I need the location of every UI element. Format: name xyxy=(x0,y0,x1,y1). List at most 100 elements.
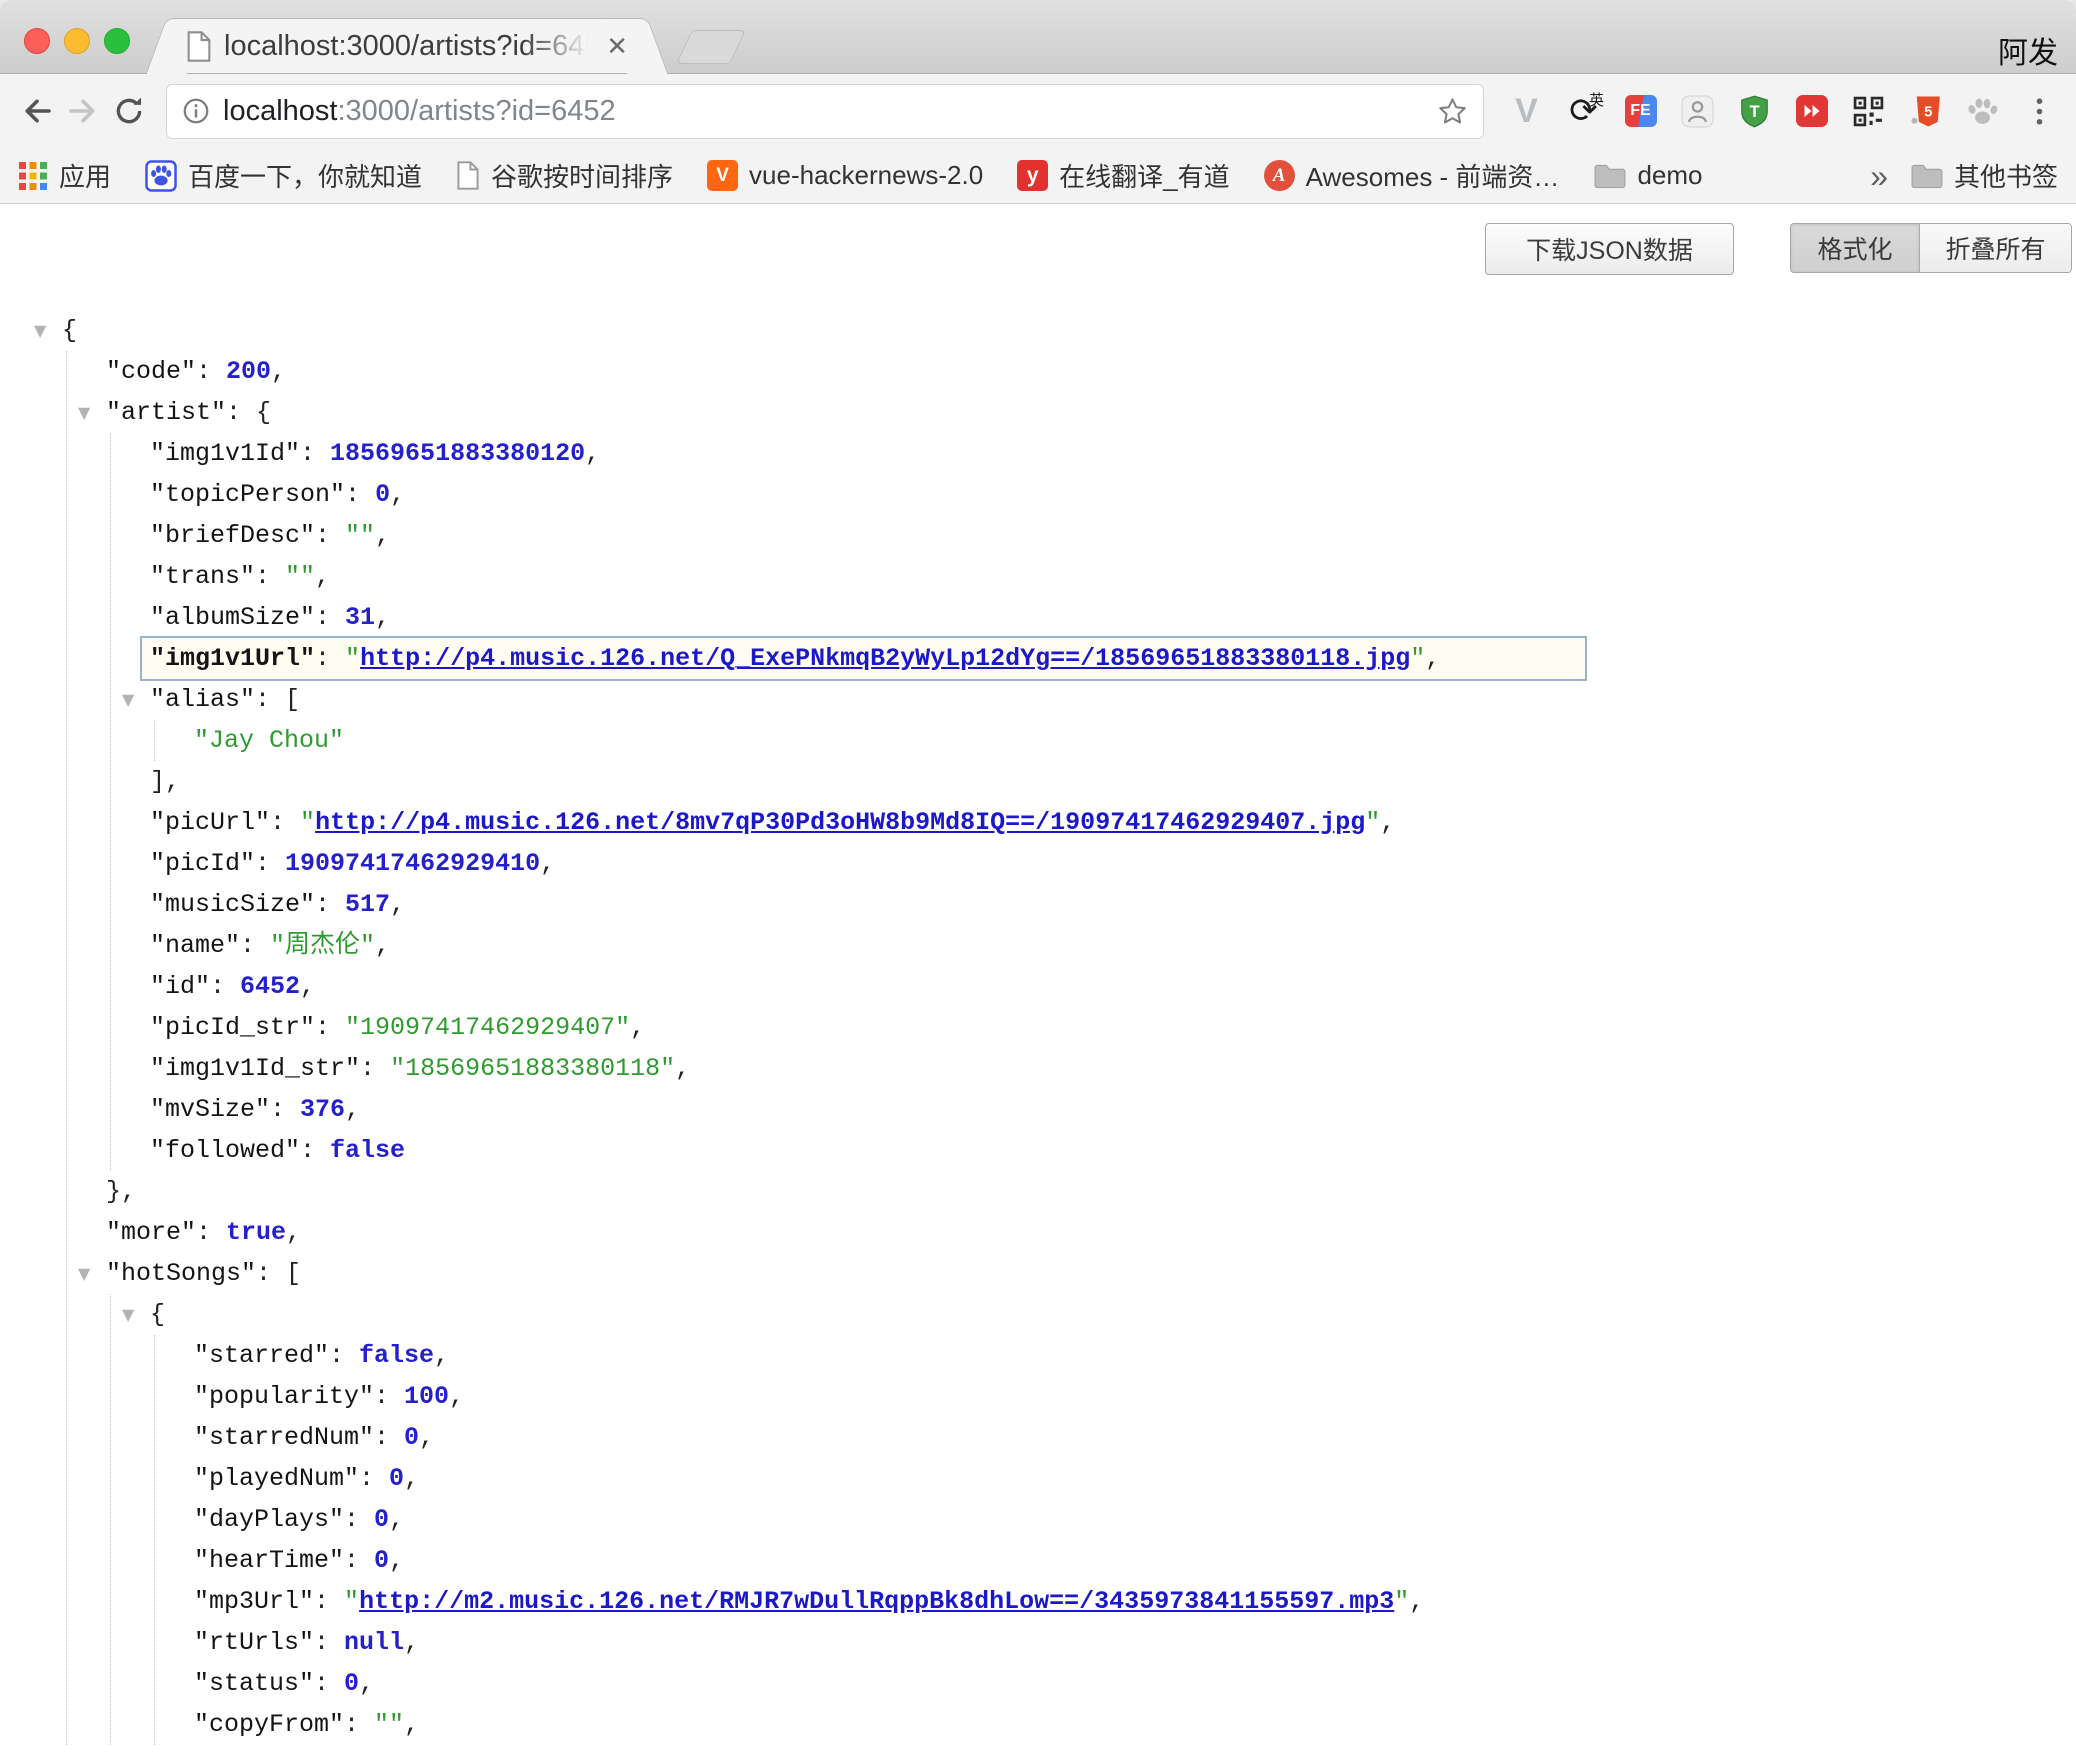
json-key: "musicSize" xyxy=(150,890,315,919)
url-text[interactable]: localhost:3000/artists?id=6452 xyxy=(223,95,1436,128)
tree-guide-line xyxy=(110,1294,111,1745)
page-info-icon[interactable] xyxy=(181,96,211,126)
menu-icon[interactable] xyxy=(2023,95,2056,128)
bookmarks-bar: 应用 百度一下，你就知道 谷歌按时间排序 V vue-hackernews-2.… xyxy=(0,148,2076,204)
json-key: "img1v1Id" xyxy=(150,439,300,468)
json-number-value: 19097417462929410 xyxy=(285,849,540,878)
json-line: "popularity": 100, xyxy=(0,1376,2076,1417)
json-line: "rtUrls": null, xyxy=(0,1622,2076,1663)
bookmark-apps[interactable]: 应用 xyxy=(18,157,111,194)
reload-button[interactable] xyxy=(106,88,152,134)
close-window-button[interactable] xyxy=(24,28,50,54)
format-button[interactable]: 格式化 xyxy=(1791,224,1920,272)
bookmark-google-sort[interactable]: 谷歌按时间排序 xyxy=(456,157,673,194)
json-line: "hearTime": 0, xyxy=(0,1540,2076,1581)
bookmark-awesomes[interactable]: A Awesomes - 前端资… xyxy=(1264,157,1560,194)
json-number-value: 31 xyxy=(345,603,375,632)
json-key: "code" xyxy=(106,357,196,386)
json-number-value: 0 xyxy=(389,1464,404,1493)
json-line: ▼"artist": { xyxy=(0,392,2076,433)
json-key: "mp3Url" xyxy=(194,1587,314,1616)
translate-icon[interactable]: ⟳英 xyxy=(1567,95,1600,128)
json-url-link[interactable]: http://m2.music.126.net/RMJR7wDullRqppBk… xyxy=(359,1587,1394,1616)
json-key: "name" xyxy=(150,931,240,960)
json-line: "picId": 19097417462929410, xyxy=(0,843,2076,884)
bookmark-demo-folder[interactable]: demo xyxy=(1593,160,1702,191)
json-key: "mvSize" xyxy=(150,1095,270,1124)
bookmarks-overflow-chevron[interactable]: » xyxy=(1870,161,1888,191)
paw-icon[interactable] xyxy=(1966,95,1999,128)
json-line: "musicSize": 517, xyxy=(0,884,2076,925)
json-url-link[interactable]: http://p4.music.126.net/Q_ExePNkmqB2yWyL… xyxy=(360,644,1410,673)
collapse-all-button[interactable]: 折叠所有 xyxy=(1920,224,2071,272)
json-line: "trans": "", xyxy=(0,556,2076,597)
json-open-bracket: [ xyxy=(285,685,300,714)
toolbar: localhost:3000/artists?id=6452 V ⟳英 FE T… xyxy=(0,74,2076,148)
collapse-arrow-icon[interactable]: ▼ xyxy=(34,310,46,351)
extensions-row: V ⟳英 FE T 5 xyxy=(1510,95,2056,128)
json-line: "copyFrom": "", xyxy=(0,1704,2076,1745)
json-key: "hotSongs" xyxy=(106,1259,256,1288)
collapse-arrow-icon[interactable]: ▼ xyxy=(78,1253,90,1294)
bookmark-vue-hackernews[interactable]: V vue-hackernews-2.0 xyxy=(707,160,983,191)
json-string-value: "" xyxy=(345,521,375,550)
bookmark-label: 谷歌按时间排序 xyxy=(491,157,673,194)
json-line: "code": 200, xyxy=(0,351,2076,392)
profile-name[interactable]: 阿发 xyxy=(1998,28,2058,72)
json-open-bracket: [ xyxy=(286,1259,301,1288)
json-string-value: "" xyxy=(285,562,315,591)
json-line: "img1v1Url": "http://p4.music.126.net/Q_… xyxy=(0,638,2076,679)
shield-icon[interactable]: T xyxy=(1738,95,1771,128)
json-key: "starredNum" xyxy=(194,1423,374,1452)
download-json-button[interactable]: 下载JSON数据 xyxy=(1485,223,1734,275)
address-bar[interactable]: localhost:3000/artists?id=6452 xyxy=(166,84,1484,139)
collapse-arrow-icon[interactable]: ▼ xyxy=(122,1294,134,1335)
json-line: "albumSize": 31, xyxy=(0,597,2076,638)
json-line: "img1v1Id_str": "18569651883380118", xyxy=(0,1048,2076,1089)
forward-button[interactable] xyxy=(60,88,106,134)
bookmark-baidu[interactable]: 百度一下，你就知道 xyxy=(145,157,422,194)
back-button[interactable] xyxy=(14,88,60,134)
fast-forward-icon[interactable] xyxy=(1795,95,1828,128)
json-string-value: "周杰伦" xyxy=(270,931,375,960)
bookmark-youdao[interactable]: y 在线翻译_有道 xyxy=(1017,157,1229,194)
vue-icon: V xyxy=(707,160,738,191)
tab-close-icon[interactable]: ✕ xyxy=(606,31,628,62)
tree-guide-line xyxy=(154,720,155,761)
collapse-arrow-icon[interactable]: ▼ xyxy=(78,392,90,433)
json-open-bracket: { xyxy=(256,398,271,427)
json-boolean-value: false xyxy=(359,1341,434,1370)
other-bookmarks-folder[interactable]: 其他书签 xyxy=(1910,157,2058,194)
json-key: "picId_str" xyxy=(150,1013,315,1042)
bookmark-star-icon[interactable] xyxy=(1436,95,1469,128)
json-key: "copyFrom" xyxy=(194,1710,344,1739)
page-icon xyxy=(186,31,212,62)
json-key: "hearTime" xyxy=(194,1546,344,1575)
json-line: "picId_str": "19097417462929407", xyxy=(0,1007,2076,1048)
view-mode-segmented-control: 格式化 折叠所有 xyxy=(1790,223,2072,273)
bookmark-label: vue-hackernews-2.0 xyxy=(749,160,983,191)
bookmark-label: demo xyxy=(1637,160,1702,191)
html5-icon[interactable]: 5 xyxy=(1909,95,1942,128)
minimize-window-button[interactable] xyxy=(64,28,90,54)
json-string-value: "Jay Chou" xyxy=(194,726,344,755)
json-number-value: 517 xyxy=(345,890,390,919)
json-line: "status": 0, xyxy=(0,1663,2076,1704)
fe-icon[interactable]: FE xyxy=(1624,95,1657,128)
browser-tab[interactable]: localhost:3000/artists?id=645 ✕ xyxy=(176,18,638,73)
json-key: "dayPlays" xyxy=(194,1505,344,1534)
json-url-link[interactable]: http://p4.music.126.net/8mv7qP30Pd3oHW8b… xyxy=(315,808,1365,837)
json-line: "dayPlays": 0, xyxy=(0,1499,2076,1540)
json-key: "trans" xyxy=(150,562,255,591)
apps-grid-icon xyxy=(18,161,48,191)
new-tab-button[interactable] xyxy=(676,30,746,64)
json-string-value: "18569651883380118" xyxy=(390,1054,675,1083)
fullscreen-window-button[interactable] xyxy=(104,28,130,54)
vue-devtools-icon[interactable]: V xyxy=(1510,95,1543,128)
baidu-paw-icon xyxy=(145,160,177,192)
bookmark-label: 百度一下，你就知道 xyxy=(188,157,422,194)
person-icon[interactable] xyxy=(1681,95,1714,128)
qr-code-icon[interactable] xyxy=(1852,95,1885,128)
collapse-arrow-icon[interactable]: ▼ xyxy=(122,679,134,720)
json-number-value: 6452 xyxy=(240,972,300,1001)
